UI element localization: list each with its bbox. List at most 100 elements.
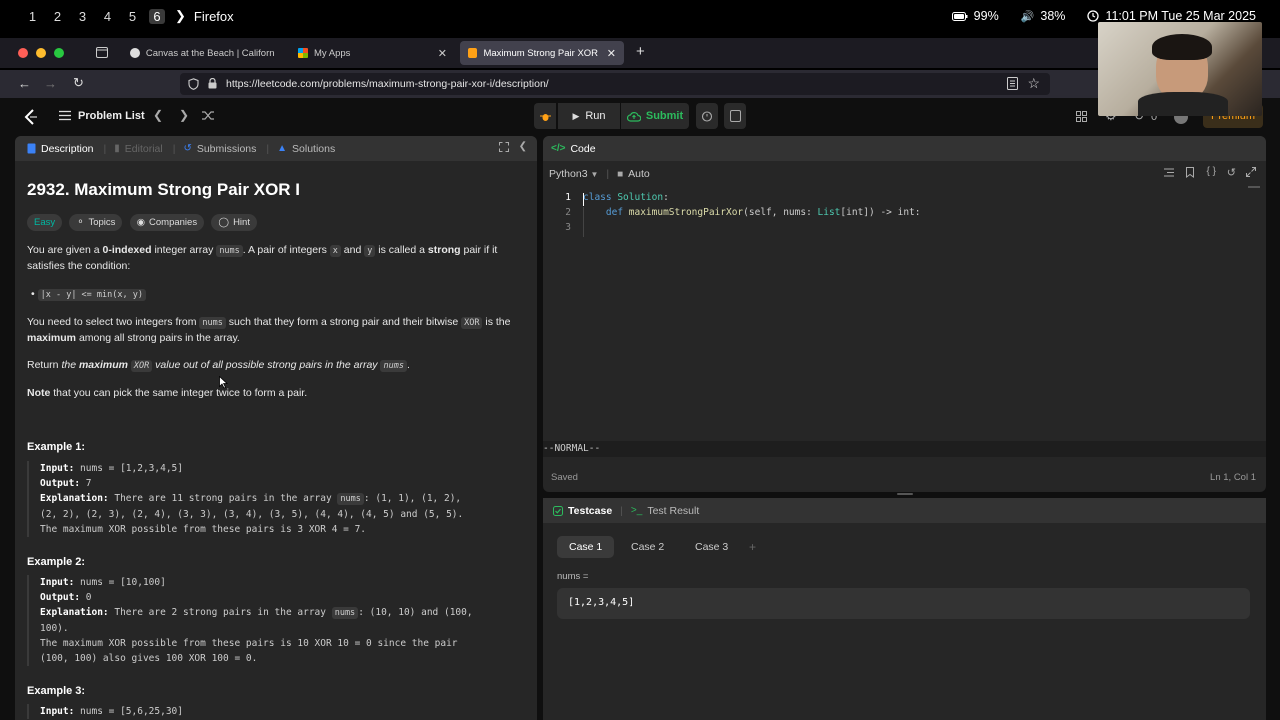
- output-label: Output:: [40, 592, 81, 603]
- tab-test-result[interactable]: >_ Test Result: [631, 505, 699, 517]
- run-button[interactable]: ▶ Run: [558, 103, 620, 129]
- explanation-label: Explanation:: [40, 607, 109, 618]
- problem-tags: Easy ⚬ Topics ◉ Companies ◯ Hint: [27, 214, 517, 231]
- workspace-4[interactable]: 4: [95, 9, 120, 24]
- function-name: maximumStrongPairXor: [628, 207, 744, 218]
- tab-solutions[interactable]: ▲ Solutions: [277, 143, 335, 155]
- tab-submissions-label: Submissions: [196, 142, 257, 155]
- inline-code: nums: [331, 607, 359, 619]
- window-maximize-button[interactable]: [54, 48, 64, 58]
- close-icon[interactable]: ✕: [607, 47, 616, 60]
- reset-icon[interactable]: ↺: [1227, 166, 1236, 179]
- case-1-tab[interactable]: Case 1: [557, 536, 615, 558]
- code-editor[interactable]: 1 class Solution: 2 def maximumStrongPai…: [543, 186, 1266, 442]
- reload-icon[interactable]: ↻: [73, 75, 84, 91]
- next-problem-icon[interactable]: ❯: [179, 108, 189, 122]
- example-3-heading: Example 3:: [27, 685, 86, 697]
- workspace-3[interactable]: 3: [70, 9, 95, 24]
- layout-icon[interactable]: [1076, 111, 1087, 122]
- bookmark-star-icon[interactable]: ☆: [1027, 75, 1040, 92]
- class-name: Solution: [617, 192, 664, 203]
- menu-lines-icon[interactable]: [1164, 168, 1174, 177]
- bold-text: Note: [27, 387, 51, 399]
- list-icon: [59, 110, 71, 121]
- submit-button[interactable]: Submit: [621, 103, 689, 129]
- flask-icon: ▲: [277, 143, 288, 154]
- add-case-button[interactable]: +: [749, 540, 756, 554]
- browser-tab-my-apps[interactable]: My Apps ✕: [290, 41, 455, 65]
- shuffle-icon[interactable]: [202, 110, 214, 121]
- window-minimize-button[interactable]: [36, 48, 46, 58]
- volume-level: 38%: [1040, 9, 1066, 23]
- clock-time: 11:01 PM Tue 25 Mar 2025: [1105, 9, 1256, 23]
- debug-icon[interactable]: [534, 103, 556, 129]
- close-icon[interactable]: ✕: [438, 47, 447, 60]
- lock-icon: [208, 78, 217, 89]
- line-number: 3: [565, 222, 571, 233]
- companies-button[interactable]: ◉ Companies: [129, 214, 205, 231]
- cloud-upload-icon: [626, 111, 641, 122]
- workspace-6[interactable]: 6: [149, 8, 165, 24]
- testcase-panel: Testcase | >_ Test Result Case 1 Case 2 …: [543, 498, 1266, 720]
- explanation-text: There are 11 strong pairs in the array: [108, 493, 338, 504]
- tab-testcase-label: Testcase: [568, 504, 613, 517]
- tab-editorial-label: Editorial: [124, 142, 163, 155]
- code-panel-title: Code: [570, 142, 596, 155]
- editor-scrollbar[interactable]: [1248, 186, 1260, 188]
- example-2-body: Input: nums = [10,100] Output: 0 Explana…: [27, 575, 527, 666]
- testcase-tabs: Testcase | >_ Test Result: [543, 498, 1266, 523]
- hint-button[interactable]: ◯ Hint: [211, 214, 257, 231]
- bold-text: maximum: [78, 359, 128, 371]
- topics-button[interactable]: ⚬ Topics: [69, 214, 123, 231]
- tab-overview-icon[interactable]: [96, 47, 108, 58]
- tab-editorial[interactable]: ▮ Editorial: [114, 143, 162, 155]
- notes-icon[interactable]: [724, 103, 746, 129]
- collapse-icon[interactable]: ❮: [519, 141, 527, 152]
- case-3-tab[interactable]: Case 3: [683, 536, 740, 558]
- example-2-heading: Example 2:: [27, 556, 86, 568]
- book-icon: ▮: [114, 143, 120, 154]
- microsoft-favicon-icon: [298, 48, 308, 58]
- lock-icon: ■: [617, 168, 624, 180]
- tab-description[interactable]: Description: [27, 143, 94, 155]
- prev-problem-icon[interactable]: ❮: [153, 108, 163, 122]
- italic-text: value out of all possible strong pairs i…: [152, 359, 381, 371]
- window-close-button[interactable]: [18, 48, 28, 58]
- nums-input[interactable]: [1,2,3,4,5]: [557, 588, 1250, 619]
- paragraph-intro: You are given a 0-indexed integer array …: [27, 243, 517, 274]
- problem-list-link[interactable]: Problem List: [78, 110, 145, 122]
- example-3-body: Input: nums = [5,6,25,30]: [27, 704, 527, 719]
- forward-icon[interactable]: →: [44, 76, 57, 91]
- explanation-text: : (10, 10) and (100,: [358, 607, 473, 618]
- panel-resize-handle[interactable]: [897, 493, 913, 495]
- url-field[interactable]: https://leetcode.com/problems/maximum-st…: [180, 73, 1050, 95]
- play-icon: ▶: [572, 110, 580, 121]
- new-tab-button[interactable]: +: [636, 43, 645, 60]
- case-2-tab[interactable]: Case 2: [619, 536, 676, 558]
- autocomplete-mode[interactable]: Auto: [628, 168, 650, 180]
- workspace-5[interactable]: 5: [120, 9, 145, 24]
- tab-submissions[interactable]: ↺ Submissions: [183, 143, 256, 155]
- browser-tab-leetcode[interactable]: Maximum Strong Pair XOR I - Le ✕: [460, 41, 624, 65]
- braces-icon[interactable]: { }: [1207, 166, 1216, 177]
- description-tabs: Description | ▮ Editorial | ↺ Submission…: [15, 136, 537, 161]
- code-icon: </>: [551, 143, 566, 154]
- type-name: List: [817, 207, 841, 218]
- workspace-2[interactable]: 2: [45, 9, 70, 24]
- language-label: Python3: [549, 168, 588, 180]
- reader-view-icon[interactable]: [1007, 77, 1018, 90]
- explanation-text: (2, 2), (2, 3), (2, 4), (3, 3), (3, 4), …: [40, 509, 464, 520]
- timer-icon[interactable]: [696, 103, 718, 129]
- leetcode-logo-icon[interactable]: [24, 109, 38, 125]
- bookmark-icon[interactable]: [1186, 167, 1194, 178]
- expand-icon[interactable]: [1246, 167, 1256, 177]
- workspace-1[interactable]: 1: [20, 9, 45, 24]
- tab-testcase[interactable]: Testcase: [553, 505, 612, 517]
- language-select[interactable]: Python3 ▼: [549, 168, 598, 180]
- maximize-icon[interactable]: [499, 142, 509, 152]
- browser-tab-canvas[interactable]: Canvas at the Beach | California: [122, 41, 282, 65]
- back-icon[interactable]: ←: [18, 76, 31, 91]
- run-label: Run: [585, 110, 606, 122]
- tab-title: Canvas at the Beach | California: [145, 47, 274, 59]
- condition-bullet: • |x - y| <= min(x, y): [31, 287, 521, 303]
